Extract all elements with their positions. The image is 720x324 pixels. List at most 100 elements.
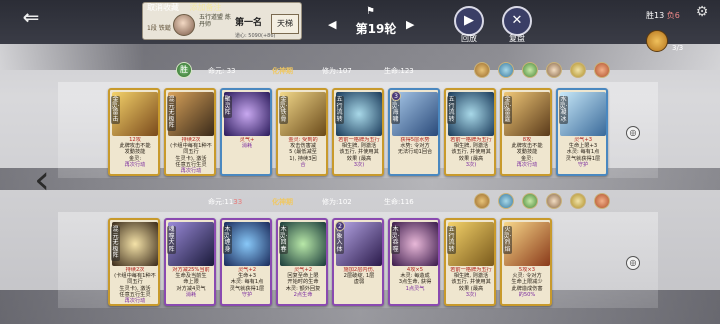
player-card[interactable]: 木灵·吞噬 4攻×5 木灵: 每造成 3点生命, 获得 1点灵气 [388, 218, 440, 306]
card-desc-line: 3点生命, 获得 [398, 279, 432, 286]
opponent-card[interactable]: 金灵·铁骨 金灵: 受到的 攻击伤害减 5 (最低减至 1), 持续3回合 [276, 88, 328, 176]
card-desc-line: 该五行, 并使用其 [451, 149, 491, 156]
opponent-card[interactable]: 混元无极阵 持续2次 (卡组中每有1种不同五行 生灵卡), 激活 任意五行生灵 再次行动 [164, 88, 216, 176]
replay-button[interactable]: ▶ [454, 6, 484, 36]
review-label: 复盘 [509, 34, 525, 43]
life-label: 命元: [208, 67, 225, 75]
card-name: 金灵·雷霆 [503, 96, 512, 124]
card-description: 对方减25%当前 生命及当前生 命上限 对方减4灵气 消耗 [168, 267, 214, 304]
card-description: 4攻×5 木灵: 每造成 3点生命, 获得 1点灵气 [392, 267, 438, 304]
buff-metal-icon[interactable] [570, 193, 586, 209]
player-card[interactable]: 木灵·回春 灵气+2 回复至命上限 开始时的生命 木灵: 额外回复 2点生命 [276, 218, 328, 306]
player-card[interactable]: 火灵·烈焰 5攻×3 火灵: 令对方 生命上限减少 此牌造成伤害 的50% [500, 218, 552, 306]
replay-label: 回放 [461, 34, 477, 43]
win-label: 胜 [646, 11, 654, 20]
card-name: 水灵·凝冰 [559, 96, 568, 124]
card-desc-line: 3次) [465, 291, 477, 298]
round-label: 第19轮 [355, 22, 397, 36]
player-card[interactable]: 木灵·缠身 灵气+2 生命+3 木灵: 每有1点 灵气就获得1层 守护 [220, 218, 272, 306]
card-description: 若前一格牌为五行 相生牌, 则激活 该五行, 并使用其 效果 (最高 3次) [336, 137, 382, 174]
card-name: 木灵·吞噬 [391, 226, 400, 254]
opponent-cultivation: 修为:107 [322, 67, 352, 75]
card-desc-line: 消耗 [241, 143, 253, 150]
buff-water-icon[interactable] [498, 193, 514, 209]
player-card[interactable]: 魂噬大阵对方减25%当前 生命及当前生 命上限 对方减4灵气 消耗 [164, 218, 216, 306]
opponent-card[interactable]: 金灵·雷击 12攻 此牌攻击不能 发動技能 金灵: 再次行动 [108, 88, 160, 176]
card-name: 五行流转 [335, 96, 344, 124]
player-card[interactable]: 万象入体2施加2层内伤,2层破绽, 1层虚弱 [332, 218, 384, 306]
card-name: 混元无极阵 [111, 226, 120, 261]
card-desc-line: 合 [300, 161, 306, 168]
coin-icon[interactable] [646, 30, 668, 52]
card-desc-line: 守护 [241, 291, 253, 298]
ladder-button[interactable]: 天梯 [271, 14, 299, 34]
card-description: 施加2层内伤, 2层破绽, 1层 虚弱 [336, 267, 382, 304]
opponent-status-badge: 胜 [176, 62, 192, 78]
buff-earth-icon[interactable] [546, 193, 562, 209]
card-desc-line: 消耗 [185, 291, 197, 298]
opponent-row-info-icon[interactable]: ◎ [626, 126, 640, 140]
back-arrow-icon[interactable]: ⇐ [14, 6, 48, 28]
card-name: 火灵·烈焰 [503, 226, 512, 254]
opponent-card[interactable]: 水灵·凝冰灵气+3 生命上限+3 水灵: 每有1点 灵气就获得1层 守护 [556, 88, 608, 176]
opponent-realm: 化神期 [272, 67, 293, 75]
card-name: 金灵·铁骨 [279, 96, 288, 124]
card-description: 灵气+2 回复至命上限 开始时的生命 木灵: 额外回复 2点生命 [280, 267, 326, 304]
card-description: 若前一格牌为五行 相生牌, 则激活 该五行, 并使用其 效果 (最高 3次) [448, 137, 494, 174]
card-desc-line: 再次行动 [516, 161, 538, 168]
card-desc-line: 灵气就获得1层 [229, 285, 265, 292]
prev-round-icon[interactable]: ◀ [328, 18, 336, 31]
card-name: 木灵·缠身 [223, 226, 232, 254]
buff-wood-icon[interactable] [522, 193, 538, 209]
card-desc-line: 无法行动1回合 [397, 149, 433, 156]
card-description: 8攻 此牌攻击不能 发動技能 金灵: 再次行动 [504, 137, 550, 174]
player-cultivation: 修为:102 [322, 198, 352, 206]
flag-icon: ⚑ [366, 6, 375, 17]
buff-fire-icon[interactable] [474, 62, 490, 78]
next-round-icon[interactable]: ▶ [406, 18, 414, 31]
card-desc-line: 再次行动 [124, 298, 146, 305]
buff-wood-icon[interactable] [522, 62, 538, 78]
opponent-card[interactable]: 五行流转若前一格牌为五行 相生牌, 则激活 该五行, 并使用其 效果 (最高 3次) [332, 88, 384, 176]
card-desc-line: 3次) [353, 161, 365, 168]
opponent-card[interactable]: 聚灵阵 灵气+ 消耗 [220, 88, 272, 176]
opponent-card[interactable]: 五行流转 若前一格牌为五行 相生牌, 则激活 该五行, 并使用其 效果 (最高 3次) [444, 88, 496, 176]
buff-fire-icon[interactable] [474, 193, 490, 209]
buff-water-icon[interactable] [498, 62, 514, 78]
card-name: 五行流转 [447, 226, 456, 254]
buff-seal-icon[interactable] [594, 193, 610, 209]
buff-metal-icon[interactable] [570, 62, 586, 78]
card-desc-line: 灵气就获得1层 [565, 155, 601, 162]
buff-earth-icon[interactable] [546, 62, 562, 78]
cancel-favorite-tab[interactable]: 取消收藏 [147, 2, 179, 13]
buff-seal-icon[interactable] [594, 62, 610, 78]
opponent-avatar[interactable] [173, 14, 195, 36]
coin-count: 3/3 [672, 44, 684, 52]
add-note-tab[interactable]: 添加备注 [190, 2, 222, 13]
rank-place: 第一名 [235, 18, 263, 28]
review-button[interactable]: ✕ [502, 6, 532, 36]
player-card[interactable]: 五行流转 若前一格牌为五行 相生牌, 则激活 该五行, 并使用其 效果 (最高 3次) [444, 218, 496, 306]
card-desc-line: (卡组中每有1种不同五行 [114, 273, 156, 286]
opponent-rank-card: 取消收藏 添加备注 1段 铁鎚 五行道盟 炼丹师 第一名 道心: 5090(+8… [142, 2, 302, 40]
player-card[interactable]: 混元无极阵 持续2次 (卡组中每有1种不同五行 生灵卡), 激活 任意五行生灵 再次行动 [108, 218, 160, 306]
card-level-badge: 2 [335, 221, 345, 231]
opponent-card[interactable]: 水灵·海啸3获得5层水势水势: 令对方无法行动1回合 [388, 88, 440, 176]
card-description: 灵气+3 生命上限+3 水灵: 每有1点 灵气就获得1层 守护 [560, 137, 606, 174]
lose-label: 负 [666, 11, 675, 20]
card-desc-line: 该五行, 并使用其 [339, 149, 379, 156]
win-lose-score: 胜13 负6 [646, 10, 680, 21]
player-row-info-icon[interactable]: ◎ [626, 256, 640, 270]
opponent-card[interactable]: 金灵·雷霆 8攻 此牌攻击不能 发動技能 金灵: 再次行动 [500, 88, 552, 176]
card-description: 12攻 此牌攻击不能 发動技能 金灵: 再次行动 [112, 137, 158, 174]
card-name: 混元无极阵 [167, 96, 176, 131]
opponent-stats: 命元: 33 [208, 66, 408, 76]
chevron-left-icon[interactable]: ‹ [34, 140, 58, 220]
settings-icon[interactable]: ⚙ [690, 4, 714, 24]
win-count: 13 [654, 11, 665, 20]
card-desc-line: 水灵: 每有1点 [566, 149, 600, 156]
card-name: 聚灵阵 [223, 96, 232, 118]
card-name: 魂噬大阵 [167, 226, 176, 254]
card-desc-line: 虚弱 [353, 279, 365, 286]
card-desc-line: 再次行动 [180, 168, 202, 175]
